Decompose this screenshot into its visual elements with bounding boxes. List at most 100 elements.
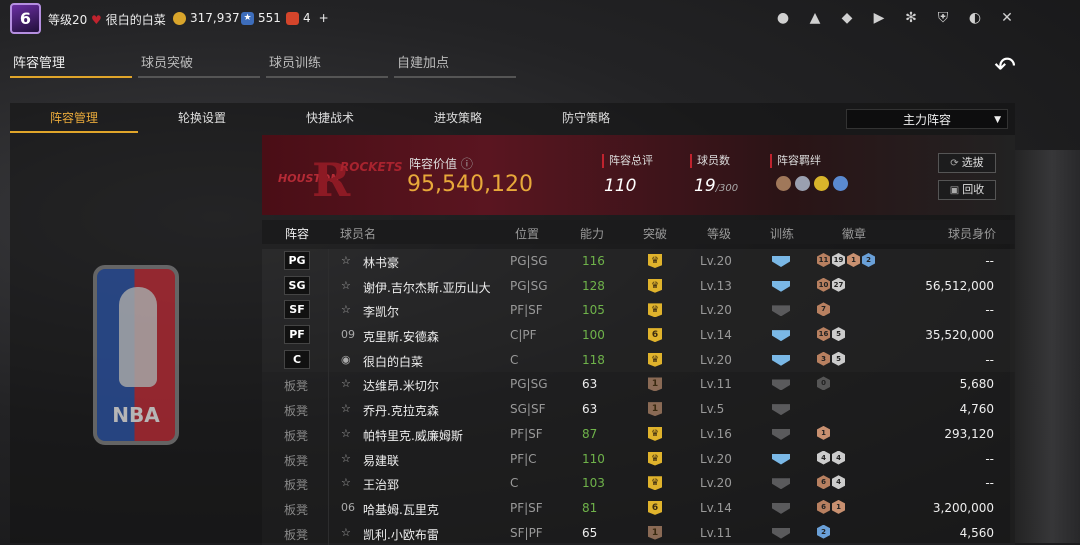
subtab-tactics[interactable]: 快捷战术 — [266, 103, 394, 133]
col-train: 训练 — [770, 227, 795, 241]
player-name: 凯利.小欧布雷 — [363, 527, 439, 542]
headset-icon[interactable]: ◐ — [966, 9, 984, 27]
count-label: 球员数 — [690, 154, 730, 168]
subtab-defense[interactable]: 防守策略 — [522, 103, 650, 133]
star-icon: ☆ — [341, 426, 351, 440]
badge-icon[interactable]: 3 — [817, 351, 830, 366]
tab-lineup[interactable]: 阵容管理 — [10, 52, 132, 78]
tab-training[interactable]: 球员训练 — [266, 52, 388, 78]
table-row[interactable]: 板凳 06 哈基姆.瓦里克 PF|SF 81 Lv.14 6 6 1 3,200,000 — [262, 495, 1015, 521]
subtab-offense[interactable]: 进攻策略 — [394, 103, 522, 133]
player-position: SG|SF — [510, 402, 546, 417]
table-row[interactable]: SF ☆ 李凯尔 PF|SF 105 Lv.20 ♛ 7 -- — [262, 298, 1015, 324]
table-row[interactable]: 板凳 ☆ 王治郅 C 103 Lv.20 ♛ 6 4 -- — [262, 471, 1015, 496]
badge-icon[interactable]: 11 — [817, 253, 830, 267]
player-position: C — [510, 352, 519, 367]
slot-label: SF — [284, 300, 310, 320]
row-divider — [328, 347, 329, 373]
star-icon: ☆ — [341, 254, 351, 267]
badge-icon[interactable]: 7 — [817, 302, 830, 317]
breakthrough-icon: ♛ — [648, 254, 662, 268]
subtab-rotation[interactable]: 轮换设置 — [138, 103, 266, 133]
tickets-group: 4 + — [286, 11, 329, 25]
shield-icon[interactable]: ⛨ — [934, 9, 952, 27]
logo-text-right: ROCKETS — [340, 160, 403, 174]
col-break: 突破 — [643, 227, 668, 241]
badge-icon[interactable]: 1 — [847, 253, 860, 267]
level-label: 等级20 — [48, 13, 88, 27]
video-icon[interactable]: ▶ — [870, 9, 888, 27]
player-ovr: 100 — [582, 328, 605, 343]
breakthrough-icon: ♛ — [648, 303, 662, 318]
top-bar: 6 等级20 ♥ 很白的白菜 317,937 ★ 551 4 + ● ▲ ◆ ▶… — [0, 0, 1080, 38]
slot-label: 板凳 — [284, 527, 309, 542]
slot-label: C — [284, 349, 310, 369]
badge-list: 10 27 — [817, 277, 845, 292]
player-name: 王治郅 — [363, 478, 400, 493]
col-pos: 位置 — [515, 227, 540, 241]
nba-silhouette — [119, 287, 157, 387]
chem-icon-2[interactable] — [795, 176, 810, 191]
badge-list: 61 — [817, 499, 845, 514]
badge-list: 0 — [817, 376, 830, 391]
table-row[interactable]: SG ☆ 谢伊.吉尔杰斯.亚历山大 PG|SG 128 Lv.13 ♛ 10 27 56,512,… — [262, 273, 1015, 299]
player-price: -- — [985, 451, 994, 466]
chem-icon-1[interactable] — [776, 176, 791, 191]
badge-icon[interactable]: 1 — [832, 499, 845, 514]
badge-icon[interactable]: 5 — [832, 327, 845, 342]
breakthrough-icon: ♛ — [648, 278, 662, 293]
badge-icon[interactable]: 27 — [832, 277, 845, 292]
recycle-button[interactable]: ▣ 回收 — [938, 180, 996, 200]
close-icon[interactable]: ✕ — [998, 9, 1016, 27]
lineup-select-value: 主力阵容 — [902, 113, 951, 127]
badge-icon[interactable]: 1 — [817, 425, 830, 440]
tab-custom-points[interactable]: 自建加点 — [394, 52, 516, 78]
player-level: Lv.14 — [700, 500, 732, 515]
tab-breakthrough[interactable]: 球员突破 — [138, 52, 260, 78]
badge-icon[interactable]: 10 — [817, 277, 830, 292]
add-tickets-button[interactable]: + — [319, 11, 329, 25]
badge-icon[interactable]: 4 — [817, 450, 830, 465]
gear-icon[interactable]: ✻ — [902, 9, 920, 27]
dropdown-arrow-icon: ▼ — [994, 115, 1001, 125]
table-row[interactable]: 板凳 ☆ 达维昂.米切尔 PG|SG 63 Lv.11 1 0 5,680 — [262, 372, 1015, 398]
table-row[interactable]: 板凳 ☆ 凯利.小欧布雷 SF|PF 65 Lv.11 1 2 4,560 — [262, 520, 1015, 545]
table-row[interactable]: PG ☆ 林书豪 PG|SG 116 Lv.20 ♛ 11 19 1 2 -- — [262, 249, 1015, 274]
badge-icon[interactable]: 2 — [862, 253, 875, 267]
avatar[interactable]: 6 — [10, 3, 41, 34]
col-slot: 阵容 — [285, 227, 310, 241]
table-row[interactable]: 板凳 ☆ 帕特里克.威廉姆斯 PF|SF 87 Lv.16 ♛ 1 293,120 — [262, 421, 1015, 447]
row-divider — [328, 421, 329, 447]
badge-icon[interactable]: 2 — [817, 524, 830, 539]
player-position: PF|C — [510, 451, 537, 466]
help-icon[interactable]: ⓘ — [461, 157, 473, 171]
lineup-select[interactable]: 主力阵容 ▼ — [846, 109, 1008, 129]
back-arrow-icon[interactable]: ↶ — [994, 52, 1016, 82]
subtab-lineup[interactable]: 阵容管理 — [10, 103, 138, 133]
badge-icon[interactable]: 19 — [832, 253, 845, 267]
top-icons: ● ▲ ◆ ▶ ✻ ⛨ ◐ ✕ — [774, 9, 1016, 27]
badge-icon[interactable]: 4 — [832, 450, 845, 465]
friends-icon[interactable]: ◆ — [838, 9, 856, 27]
badge-icon[interactable]: 0 — [817, 376, 830, 391]
badge-icon[interactable]: 16 — [817, 327, 830, 342]
chem-icon-3[interactable] — [814, 176, 829, 191]
profile-icon[interactable]: ● — [774, 9, 792, 27]
badge-icon[interactable]: 5 — [832, 351, 845, 366]
badge-icon[interactable]: 6 — [817, 475, 830, 490]
badge-icon[interactable]: 6 — [817, 499, 830, 514]
table-row[interactable]: 板凳 ☆ 易建联 PF|C 110 Lv.20 ♛ 4 4 -- — [262, 446, 1015, 472]
table-row[interactable]: PF 09 克里斯.安德森 C|PF 100 Lv.14 6 16 5 35,520,000 — [262, 323, 1015, 348]
player-position: PF|SF — [510, 303, 543, 318]
refresh-icon: ⟳ — [950, 158, 959, 169]
star-icon: ☆ — [341, 402, 351, 416]
logo-r: R — [312, 153, 351, 207]
bell-icon[interactable]: ▲ — [806, 9, 824, 27]
badge-icon[interactable]: 4 — [832, 475, 845, 490]
pick-button[interactable]: ⟳ 选拔 — [938, 153, 996, 173]
table-row[interactable]: C ◉ 很白的白菜 C 118 Lv.20 ♛ 3 5 -- — [262, 347, 1015, 373]
rating-value: 110 — [604, 176, 637, 196]
table-row[interactable]: 板凳 ☆ 乔丹.克拉克森 SG|SF 63 Lv.5 1 4,760 — [262, 397, 1015, 422]
tickets-value: 4 — [303, 11, 311, 25]
chem-icon-4[interactable] — [833, 176, 848, 191]
